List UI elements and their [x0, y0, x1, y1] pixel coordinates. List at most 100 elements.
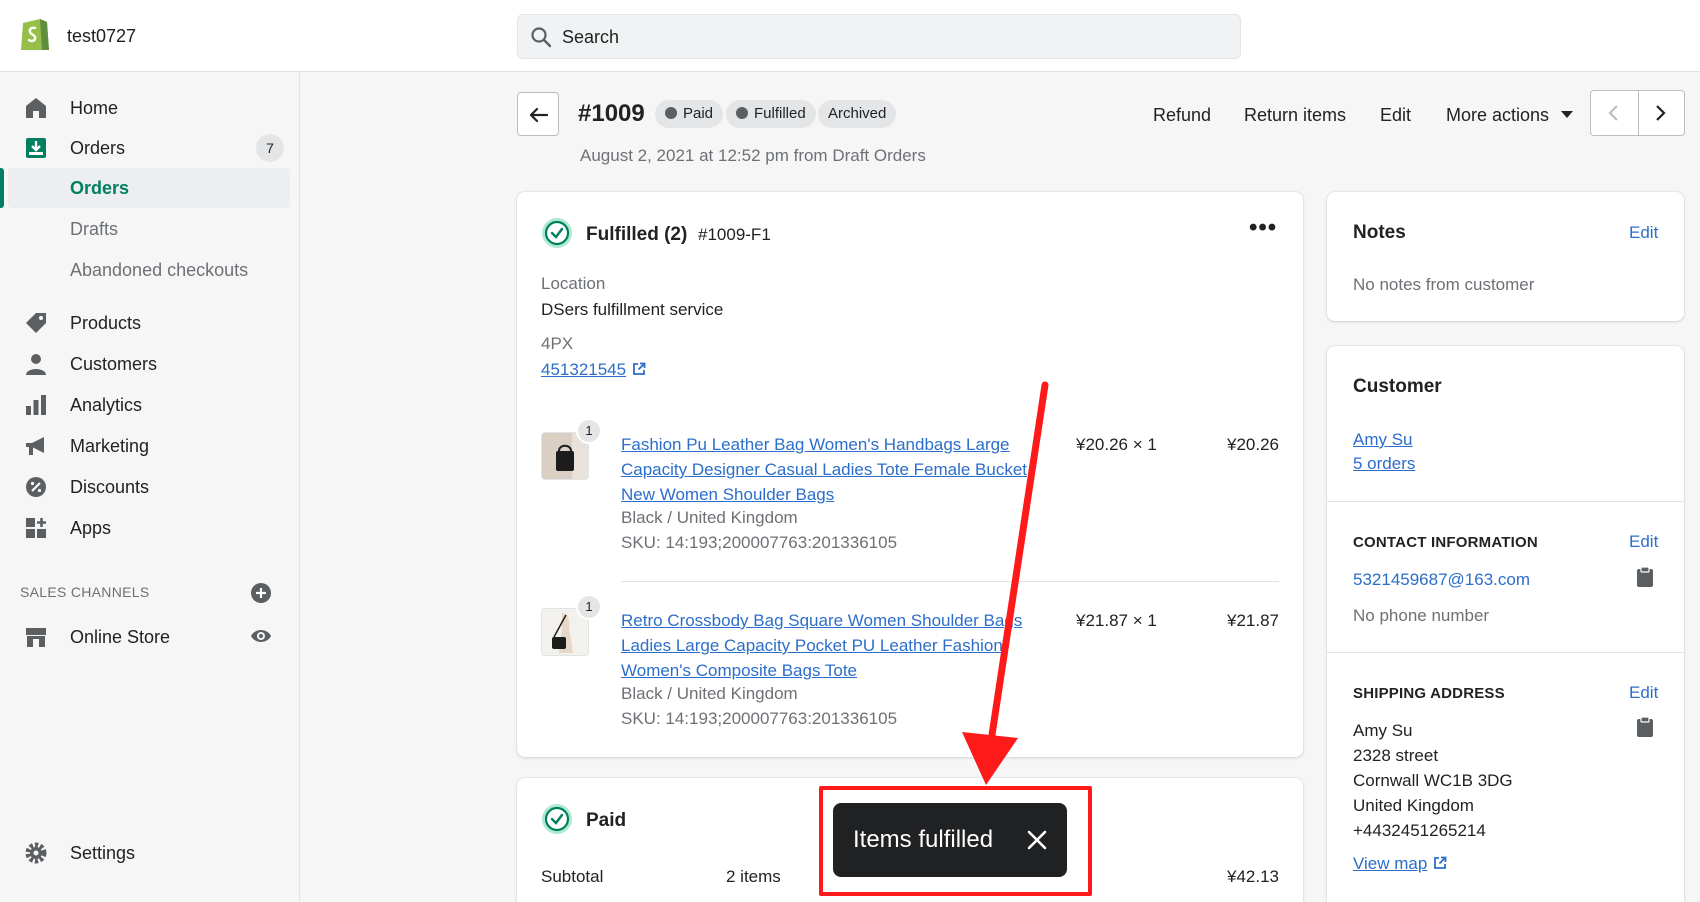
notes-edit-link[interactable]: Edit [1629, 223, 1658, 243]
product-total: ¥20.26 [1227, 435, 1279, 454]
status-dot-icon [736, 107, 748, 119]
sidebar-subitem-abandoned-checkouts[interactable]: Abandoned checkouts [0, 250, 300, 290]
location-label: Location [541, 274, 606, 293]
sidebar-item-online-store[interactable]: Online Store [0, 617, 300, 657]
gear-icon [25, 842, 47, 864]
apps-icon [26, 518, 46, 538]
product-total: ¥21.87 [1227, 611, 1279, 630]
order-date-line: August 2, 2021 at 12:52 pm from Draft Or… [580, 146, 926, 165]
status-badge-paid: Paid [655, 100, 724, 128]
fulfillment-ref: #1009-F1 [698, 225, 771, 244]
person-icon [26, 354, 46, 375]
back-button[interactable] [517, 92, 559, 136]
product-variant: Black / United Kingdom [621, 508, 798, 527]
add-sales-channel-icon[interactable] [250, 582, 272, 604]
top-bar: test0727 Search [0, 0, 1700, 72]
store-icon [26, 628, 46, 647]
sidebar-item-customers[interactable]: Customers [0, 344, 300, 384]
search-placeholder: Search [562, 27, 620, 47]
external-link-icon [633, 362, 646, 375]
arrow-left-icon [529, 107, 549, 123]
product-sku: SKU: 14:193;200007763:201336105 [621, 709, 898, 728]
customer-name-link[interactable]: Amy Su [1353, 430, 1413, 450]
sidebar-item-apps[interactable]: Apps [0, 508, 300, 548]
sidebar: Home Orders 7 Orders Drafts Abandoned ch… [0, 72, 300, 902]
refund-button[interactable]: Refund [1153, 105, 1211, 126]
chevron-right-icon[interactable] [1649, 102, 1671, 124]
active-indicator [0, 168, 4, 208]
carrier-name: 4PX [541, 334, 574, 353]
quantity-badge: 1 [576, 418, 602, 444]
clipboard-icon[interactable] [1635, 566, 1655, 588]
orders-count-badge: 7 [256, 134, 284, 162]
customer-title: Customer [1353, 376, 1442, 397]
chevron-left-icon[interactable] [1603, 102, 1625, 124]
sidebar-item-products[interactable]: Products [0, 303, 300, 343]
view-map-link[interactable]: View map [1353, 854, 1447, 874]
search-input[interactable]: Search [517, 14, 1241, 59]
shipping-address: Amy Su 2328 street Cornwall WC1B 3DG Uni… [1353, 721, 1513, 840]
edit-order-button[interactable]: Edit [1380, 105, 1411, 126]
shipping-edit-link[interactable]: Edit [1629, 683, 1658, 703]
sidebar-item-orders[interactable]: Orders 7 [0, 128, 300, 168]
check-circle-icon [542, 804, 572, 834]
order-pager [1590, 90, 1685, 136]
fulfilled-card: Fulfilled (2) #1009-F1 ••• Location DSer… [517, 192, 1303, 757]
product-sku: SKU: 14:193;200007763:201336105 [621, 533, 898, 552]
product-variant: Black / United Kingdom [621, 684, 798, 703]
store-name[interactable]: test0727 [67, 26, 136, 47]
clipboard-icon[interactable] [1635, 716, 1655, 738]
status-badge-fulfilled: Fulfilled [726, 100, 816, 128]
annotation-highlight-box [819, 786, 1092, 896]
contact-info-heading: CONTACT INFORMATION [1353, 534, 1538, 551]
bar-chart-icon [26, 395, 46, 415]
sidebar-item-settings[interactable]: Settings [0, 833, 300, 873]
notes-text: No notes from customer [1353, 275, 1535, 294]
customer-phone: No phone number [1353, 606, 1490, 625]
sales-channels-heading: SALES CHANNELS [20, 584, 150, 600]
subtotal-label: Subtotal [541, 867, 604, 886]
notes-title: Notes [1353, 222, 1406, 243]
tag-icon [26, 313, 46, 333]
home-icon [26, 98, 46, 118]
pager-divider [1638, 91, 1639, 135]
customer-card: Customer Amy Su 5 orders CONTACT INFORMA… [1327, 346, 1684, 902]
fulfilled-title: Fulfilled (2) [586, 224, 688, 245]
status-dot-icon [665, 107, 677, 119]
quantity-badge: 1 [576, 594, 602, 620]
paid-title: Paid [586, 810, 627, 831]
sidebar-item-discounts[interactable]: Discounts [0, 467, 300, 507]
sidebar-subitem-drafts[interactable]: Drafts [0, 209, 300, 249]
annotation-arrow-icon [962, 381, 1049, 785]
notes-card: Notes Edit No notes from customer [1327, 192, 1684, 321]
page-title: #1009 [578, 100, 645, 127]
product-price-qty: ¥21.87 × 1 [1076, 611, 1157, 630]
return-items-button[interactable]: Return items [1244, 105, 1346, 126]
divider [1327, 652, 1684, 653]
product-price-qty: ¥20.26 × 1 [1076, 435, 1157, 454]
sidebar-item-analytics[interactable]: Analytics [0, 385, 300, 425]
customer-email-link[interactable]: 5321459687@163.com [1353, 570, 1530, 590]
shopify-logo-icon[interactable] [18, 14, 52, 52]
divider [1327, 501, 1684, 502]
location-value: DSers fulfillment service [541, 300, 724, 319]
eye-icon[interactable] [250, 625, 272, 647]
search-icon [531, 27, 552, 48]
subtotal-value: ¥42.13 [1227, 867, 1279, 886]
external-link-icon [1434, 856, 1447, 869]
discount-icon [26, 477, 46, 497]
sidebar-subitem-orders[interactable]: Orders [8, 168, 290, 208]
sidebar-item-marketing[interactable]: Marketing [0, 426, 300, 466]
shipping-address-heading: SHIPPING ADDRESS [1353, 685, 1505, 702]
subtotal-items: 2 items [726, 867, 781, 886]
check-circle-icon [542, 218, 572, 248]
tracking-link[interactable]: 451321545 [541, 360, 646, 380]
sidebar-item-home[interactable]: Home [0, 88, 300, 128]
more-options-icon[interactable]: ••• [1249, 214, 1277, 242]
megaphone-icon [26, 437, 44, 455]
contact-edit-link[interactable]: Edit [1629, 532, 1658, 552]
customer-orders-link[interactable]: 5 orders [1353, 454, 1415, 474]
more-actions-button[interactable]: More actions [1446, 105, 1574, 126]
orders-icon [26, 138, 46, 158]
caret-down-icon [1561, 111, 1574, 118]
